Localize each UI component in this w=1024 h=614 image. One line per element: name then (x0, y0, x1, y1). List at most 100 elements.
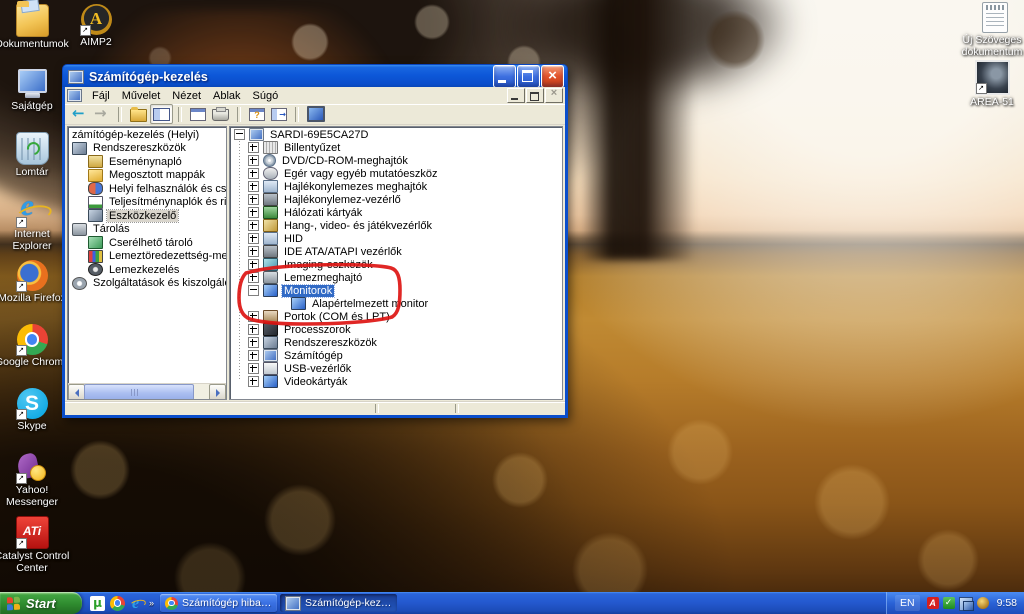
device-tree-item[interactable]: USB-vezérlők (230, 362, 562, 375)
expand-toggle[interactable] (248, 246, 259, 257)
mdi-minimize-button[interactable] (507, 88, 525, 103)
console-tree-item[interactable]: Eszközkezelő (68, 208, 226, 223)
start-button[interactable]: Start (0, 592, 82, 614)
expand-toggle[interactable] (248, 142, 259, 153)
expand-toggle[interactable] (248, 155, 259, 166)
console-tree-item[interactable]: Lemeztöredezettség-mentesítő (68, 249, 226, 264)
menu-item[interactable]: Ablak (207, 89, 247, 103)
scroll-left-button[interactable] (68, 384, 85, 399)
chrome-icon[interactable] (110, 595, 125, 611)
desktop-icon[interactable]: ↗ AREA-51 (958, 60, 1024, 118)
ati-tray-icon[interactable] (926, 597, 939, 609)
device-tree-item[interactable]: SARDI-69E5CA27D (230, 128, 562, 141)
expand-toggle[interactable] (248, 337, 259, 348)
expand-toggle[interactable] (248, 350, 259, 361)
toolbar-button[interactable] (187, 104, 209, 124)
console-tree-item[interactable]: Cserélhető tároló (68, 236, 226, 250)
toolbar-button[interactable] (173, 104, 187, 124)
expand-toggle[interactable] (248, 220, 259, 231)
expand-toggle[interactable] (248, 285, 259, 296)
desktop-icon[interactable]: ↗ Catalyst Control Center (0, 516, 69, 580)
console-tree-item[interactable]: zámítógép-kezelés (Helyi) (68, 128, 226, 142)
console-tree-item[interactable]: Szolgáltatások és kiszolgálói alkalmazás… (68, 276, 226, 291)
toolbar-button[interactable] (209, 104, 232, 124)
device-tree-item[interactable]: Hajlékonylemezes meghajtók (230, 180, 562, 193)
toolbar-button[interactable] (232, 104, 246, 124)
desktop-icon[interactable]: ↗ Sajátgép (2, 68, 62, 132)
mdi-restore-button[interactable] (526, 88, 544, 103)
device-tree-item[interactable]: Számítógép (230, 349, 562, 362)
scroll-right-button[interactable] (209, 384, 226, 399)
quick-launch-overflow-chevron[interactable]: » (149, 598, 154, 608)
desktop-icon[interactable]: ↗ Skype (2, 388, 62, 452)
console-tree-item[interactable]: Tárolás (68, 222, 226, 237)
toolbar-button[interactable] (290, 104, 304, 124)
device-tree-item[interactable]: Egér vagy egyéb mutatóeszköz (230, 167, 562, 180)
desktop-icon[interactable]: ↗ Lomtár (2, 132, 62, 196)
network-tray-icon[interactable] (958, 596, 974, 611)
device-tree-item[interactable]: Alapértelmezett monitor (230, 297, 562, 310)
expand-toggle[interactable] (248, 207, 259, 218)
taskbar-window-button[interactable]: Számítógép hiba, de ... (160, 594, 278, 612)
device-tree-item[interactable]: Processzorok (230, 323, 562, 336)
device-tree-item[interactable]: Imaging-eszközök (230, 258, 562, 271)
scrollbar-thumb[interactable] (84, 384, 194, 399)
toolbar-button[interactable] (113, 104, 127, 124)
toolbar-button[interactable] (304, 104, 328, 124)
console-tree-item[interactable]: Helyi felhasználók és csoportok (68, 182, 226, 196)
expand-toggle[interactable] (234, 129, 245, 140)
desktop-icon[interactable]: ↗ Yahoo! Messenger (2, 452, 62, 516)
device-tree-item[interactable]: Lemezmeghajtó (230, 271, 562, 284)
expand-toggle[interactable] (248, 259, 259, 270)
expand-toggle[interactable] (248, 194, 259, 205)
expand-toggle[interactable] (248, 363, 259, 374)
close-button[interactable] (541, 65, 564, 88)
expand-toggle[interactable] (248, 311, 259, 322)
title-bar[interactable]: Számítógép-kezelés (62, 64, 568, 88)
expand-toggle[interactable] (248, 324, 259, 335)
console-tree-item[interactable]: Eseménynapló (68, 155, 226, 169)
desktop-icon[interactable]: ↗ Internet Explorer (2, 190, 62, 260)
menu-item[interactable]: Súgó (247, 89, 285, 103)
desktop-icon[interactable]: ↗ Google Chrome (0, 324, 69, 388)
horizontal-scrollbar[interactable] (68, 383, 226, 399)
device-tree-item[interactable]: Hálózati kártyák (230, 206, 562, 219)
menu-item[interactable]: Fájl (86, 89, 116, 103)
device-tree-item[interactable]: IDE ATA/ATAPI vezérlők (230, 245, 562, 258)
device-tree-item[interactable]: Billentyűzet (230, 141, 562, 154)
language-indicator[interactable]: EN (894, 595, 920, 611)
console-tree-item[interactable]: Lemezkezelés (68, 263, 226, 277)
menu-item[interactable]: Művelet (116, 89, 167, 103)
internet-explorer-icon[interactable] (130, 596, 145, 611)
console-tree-item[interactable]: Megosztott mappák (68, 168, 226, 183)
device-tree-item[interactable]: Videokártyák (230, 375, 562, 388)
toolbar-button[interactable] (268, 104, 290, 124)
desktop-icon[interactable]: ↗ Dokumentumok (0, 1, 69, 68)
volume-tray-icon[interactable] (976, 597, 989, 609)
device-tree-item[interactable]: Portok (COM és LPT) (230, 310, 562, 323)
console-tree-item[interactable]: Teljesítménynaplók és riasztások (68, 195, 226, 210)
expand-toggle[interactable] (248, 233, 259, 244)
taskbar-window-button[interactable]: Számítógép-kezelés (280, 594, 398, 612)
toolbar-button[interactable] (91, 104, 113, 124)
utorrent-icon[interactable] (90, 595, 105, 611)
expand-toggle[interactable] (248, 272, 259, 283)
toolbar-button[interactable] (246, 104, 268, 124)
toolbar-button[interactable] (127, 104, 150, 124)
desktop-icon[interactable]: ↗ AIMP2 (66, 4, 126, 68)
menu-item[interactable]: Nézet (166, 89, 207, 103)
minimize-button[interactable] (493, 65, 516, 88)
device-tree-item[interactable]: HID (230, 232, 562, 245)
desktop-icon[interactable]: ↗ Új Szöveges dokumentum (958, 2, 1024, 60)
device-tree-item[interactable]: Monitorok (230, 283, 562, 298)
expand-toggle[interactable] (248, 376, 259, 387)
device-tree-item[interactable]: Hajlékonylemez-vezérlő (230, 193, 562, 206)
device-tree-item[interactable]: DVD/CD-ROM-meghajtók (230, 154, 562, 167)
console-tree-item[interactable]: Rendszereszközök (68, 141, 226, 156)
device-tree-item[interactable]: Rendszereszközök (230, 336, 562, 349)
maximize-button[interactable] (517, 65, 540, 88)
toolbar-button[interactable] (69, 104, 91, 124)
antivirus-check-icon[interactable] (942, 597, 955, 609)
expand-toggle[interactable] (248, 181, 259, 192)
desktop-icon[interactable]: ↗ Mozilla Firefox (0, 260, 66, 324)
